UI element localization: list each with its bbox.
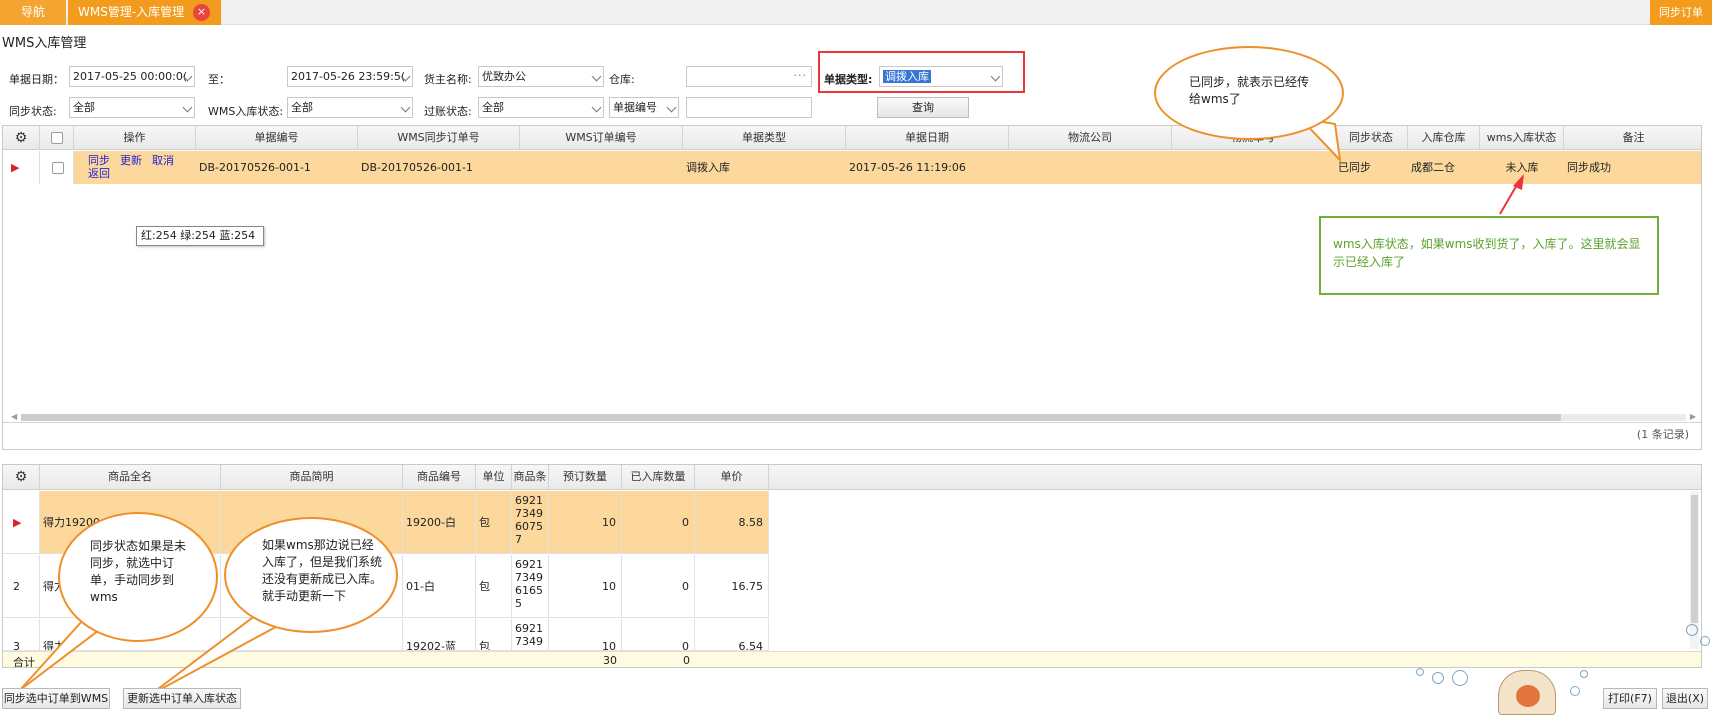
mascot-face xyxy=(1516,685,1540,707)
callout-manual-sync-text: 同步状态如果是未同步，就选中订单，手动同步到wms xyxy=(90,539,187,604)
red-arrow-line xyxy=(1499,182,1519,215)
decor-bubble xyxy=(1700,636,1710,646)
callout-manual-update: 如果wms那边说已经入库了，但是我们系统还没有更新成已入库。就手动更新一下 xyxy=(224,517,398,633)
callout-synced-text: 已同步，就表示已经传给wms了 xyxy=(1189,75,1310,106)
decor-bubble xyxy=(1570,686,1580,696)
decor-bubble xyxy=(1432,672,1444,684)
print-button[interactable]: 打印(F7) xyxy=(1603,688,1657,709)
exit-button[interactable]: 退出(X) xyxy=(1662,688,1708,709)
decor-bubble xyxy=(1580,670,1588,678)
decor-bubble xyxy=(1452,670,1468,686)
decor-bubble xyxy=(1416,668,1424,676)
callout-manual-update-text: 如果wms那边说已经入库了，但是我们系统还没有更新成已入库。就手动更新一下 xyxy=(262,538,383,603)
decor-bubble xyxy=(1686,624,1698,636)
mascot-image xyxy=(1498,670,1556,715)
update-selected-status-button[interactable]: 更新选中订单入库状态 xyxy=(123,688,241,709)
sync-selected-button[interactable]: 同步选中订单到WMS xyxy=(2,688,110,709)
callout-wms-state: wms入库状态，如果wms收到货了，入库了。这里就会显示已经入库了 xyxy=(1319,216,1659,295)
callout-synced: 已同步，就表示已经传给wms了 xyxy=(1154,46,1344,140)
callout-manual-sync: 同步状态如果是未同步，就选中订单，手动同步到wms xyxy=(58,512,218,642)
